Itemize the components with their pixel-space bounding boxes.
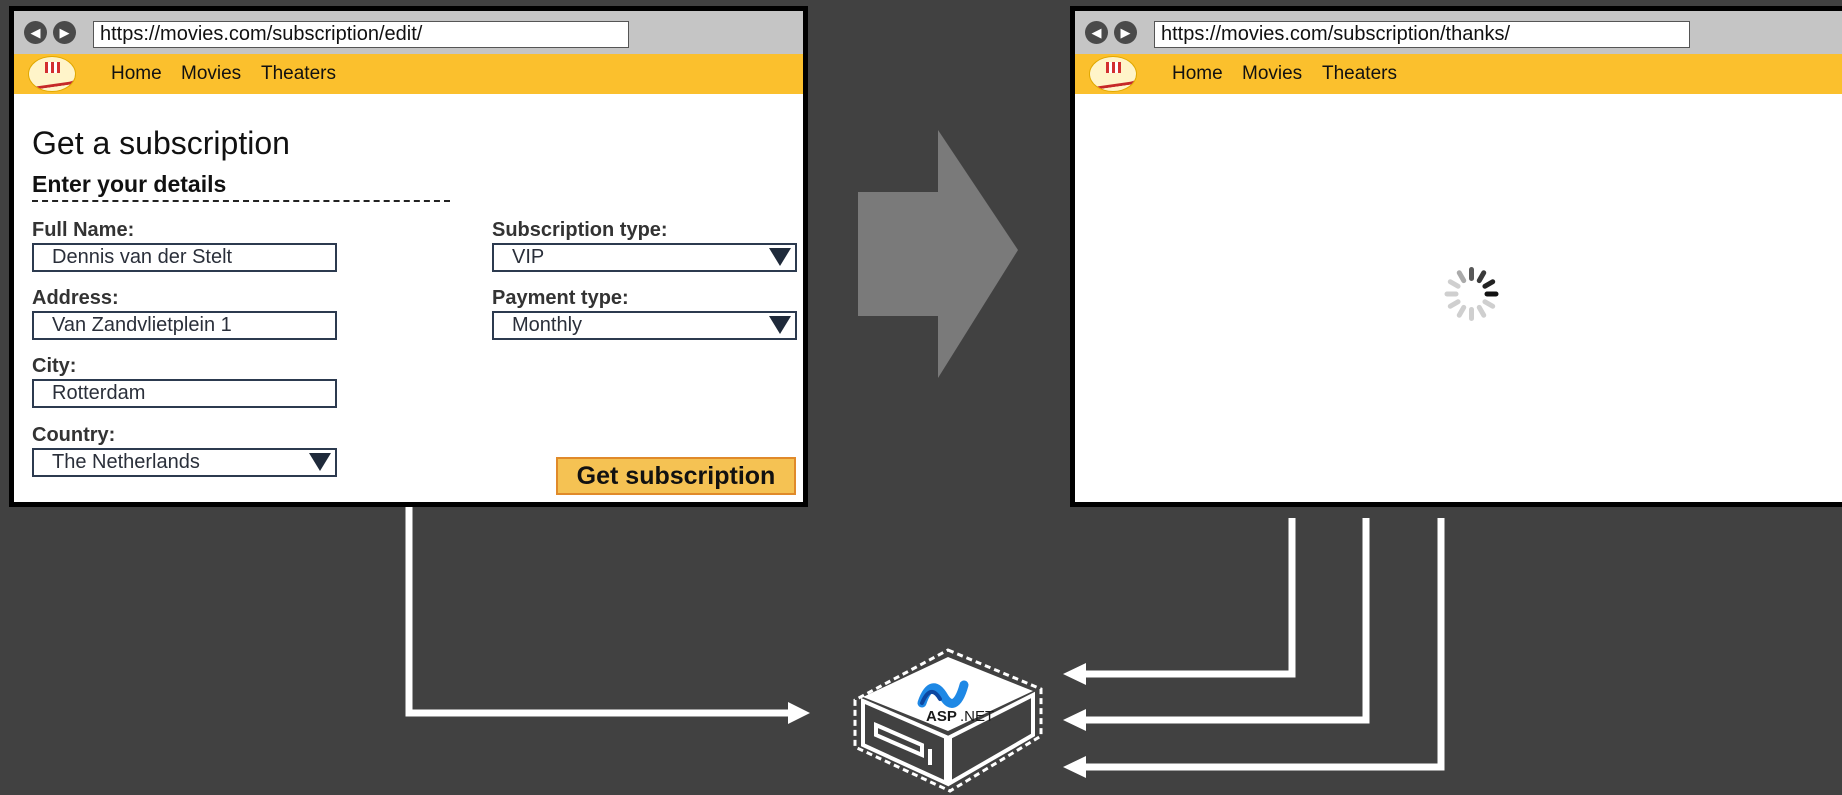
popcorn-logo: [1089, 56, 1137, 92]
forward-icon[interactable]: ▶: [53, 21, 76, 44]
request-connector: [405, 507, 810, 724]
browser-window-thanks: ◀ ▶ https://movies.com/subscription/than…: [1070, 6, 1842, 507]
browser-chrome: ◀ ▶ https://movies.com/subscription/edit…: [14, 11, 803, 54]
full-name-input[interactable]: Dennis van der Stelt: [32, 243, 337, 272]
payment-type-label: Payment type:: [492, 287, 629, 309]
back-icon[interactable]: ◀: [1085, 21, 1108, 44]
browser-chrome: ◀ ▶ https://movies.com/subscription/than…: [1075, 11, 1842, 54]
browser-window-edit: ◀ ▶ https://movies.com/subscription/edit…: [9, 6, 808, 507]
full-name-label: Full Name:: [32, 219, 135, 241]
subscription-type-value: VIP: [512, 246, 545, 268]
aspnet-logo-text: ASP: [926, 708, 957, 725]
section-divider: [32, 200, 450, 202]
nav-movies[interactable]: Movies: [181, 63, 241, 85]
polling-connector-2: [1063, 518, 1370, 731]
nav-movies[interactable]: Movies: [1242, 63, 1302, 85]
page-title: Get a subscription: [32, 125, 290, 161]
site-menu-bar: Home Movies Theaters: [1075, 54, 1842, 94]
transition-arrow: [858, 130, 1018, 378]
address-bar[interactable]: https://movies.com/subscription/thanks/: [1154, 21, 1690, 48]
country-select[interactable]: The Netherlands: [32, 448, 337, 477]
loading-spinner-icon: [1442, 264, 1502, 324]
city-input[interactable]: Rotterdam: [32, 379, 337, 408]
address-label: Address:: [32, 287, 119, 309]
subscription-type-label: Subscription type:: [492, 219, 668, 241]
polling-connector-3: [1063, 518, 1445, 778]
nav-theaters[interactable]: Theaters: [1322, 63, 1397, 85]
nav-home[interactable]: Home: [1172, 63, 1223, 85]
aspnet-server-icon: ASP .NET: [853, 648, 1043, 793]
popcorn-logo: [28, 56, 76, 92]
nav-home[interactable]: Home: [111, 63, 162, 85]
address-input[interactable]: Van Zandvlietplein 1: [32, 311, 337, 340]
address-bar[interactable]: https://movies.com/subscription/edit/: [93, 21, 629, 48]
chevron-down-icon: [769, 248, 791, 266]
subscription-type-select[interactable]: VIP: [492, 243, 797, 272]
chevron-down-icon: [309, 453, 331, 471]
back-icon[interactable]: ◀: [24, 21, 47, 44]
chevron-down-icon: [769, 316, 791, 334]
city-label: City:: [32, 355, 77, 377]
site-menu-bar: Home Movies Theaters: [14, 54, 803, 94]
country-label: Country:: [32, 424, 116, 446]
aspnet-logo-suffix: .NET: [960, 708, 994, 725]
section-heading: Enter your details: [32, 171, 227, 197]
forward-icon[interactable]: ▶: [1114, 21, 1137, 44]
payment-type-select[interactable]: Monthly: [492, 311, 797, 340]
payment-type-value: Monthly: [512, 314, 583, 336]
country-value: The Netherlands: [52, 451, 200, 473]
nav-theaters[interactable]: Theaters: [261, 63, 336, 85]
polling-connector-1: [1063, 518, 1296, 685]
get-subscription-button[interactable]: Get subscription: [556, 457, 796, 495]
